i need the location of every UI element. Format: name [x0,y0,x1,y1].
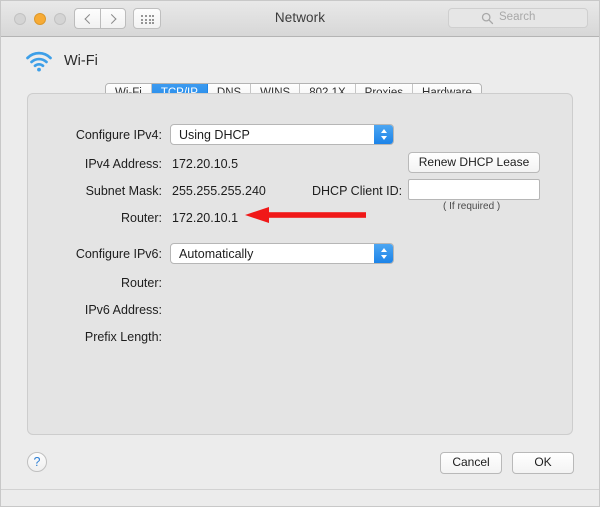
ipv4-router-value: 172.20.10.1 [172,211,239,225]
search-icon [481,12,494,25]
service-name: Wi-Fi [64,53,98,69]
dhcp-client-id-label: DHCP Client ID: [312,184,403,198]
ipv4-router-label: Router: [121,211,162,225]
network-preferences-window: Network Search Wi-Fi Configure IPv4: Usi… [0,0,600,507]
title-bar: Network Search [0,0,600,37]
configure-ipv6-value: Automatically [179,247,254,261]
search-placeholder: Search [499,11,536,23]
chevron-updown-icon [374,125,393,144]
ipv4-address-value: 172.20.10.5 [172,157,239,171]
help-button[interactable]: ? [27,452,47,472]
cancel-button[interactable]: Cancel [440,452,502,474]
footer-divider [0,489,600,490]
renew-dhcp-lease-button[interactable]: Renew DHCP Lease [408,152,540,173]
dhcp-client-id-hint: ( If required ) [443,201,501,212]
ipv6-address-label: IPv6 Address: [84,303,162,317]
subnet-mask-value: 255.255.255.240 [172,184,266,198]
configure-ipv6-label: Configure IPv6: [75,247,162,261]
chevron-updown-icon [374,244,393,263]
ipv4-address-label: IPv4 Address: [84,157,162,171]
service-header: Wi-Fi [24,49,98,73]
dhcp-client-id-input[interactable] [408,179,540,200]
wifi-icon [24,49,54,73]
configure-ipv6-popup[interactable]: Automatically [170,243,394,264]
ipv6-router-label: Router: [121,276,162,290]
subnet-mask-label: Subnet Mask: [85,184,162,198]
configure-ipv4-label: Configure IPv4: [75,128,162,142]
prefix-length-label: Prefix Length: [84,330,162,344]
search-input[interactable]: Search [448,8,588,28]
configure-ipv4-popup[interactable]: Using DHCP [170,124,394,145]
ok-button[interactable]: OK [512,452,574,474]
configure-ipv4-value: Using DHCP [179,128,250,142]
